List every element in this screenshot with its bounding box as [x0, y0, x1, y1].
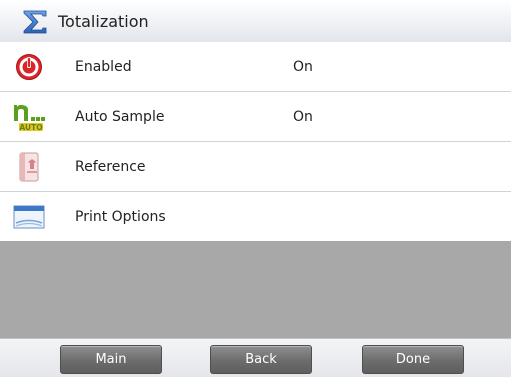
print-window-icon — [13, 201, 45, 233]
enabled-value: On — [293, 58, 313, 75]
list-item-enabled[interactable]: Enabled On — [0, 42, 511, 92]
reference-book-icon — [13, 151, 45, 183]
list-item-reference[interactable]: Reference — [0, 142, 511, 192]
print-options-label: Print Options — [75, 208, 166, 225]
sigma-icon — [20, 7, 50, 35]
list-item-print-options[interactable]: Print Options — [0, 192, 511, 242]
enabled-label: Enabled — [75, 58, 132, 75]
page-title: Totalization — [58, 11, 149, 31]
reference-label: Reference — [75, 158, 146, 175]
title-bar: Totalization — [0, 0, 511, 43]
list-item-auto-sample[interactable]: AUTO Auto Sample On — [0, 92, 511, 142]
svg-text:AUTO: AUTO — [19, 123, 42, 132]
power-icon — [13, 51, 45, 83]
done-button[interactable]: Done — [362, 345, 464, 374]
back-button[interactable]: Back — [210, 345, 312, 374]
auto-sample-value: On — [293, 108, 313, 125]
auto-sample-icon: AUTO — [13, 101, 45, 133]
settings-list: Enabled On AUTO Auto Sample On Reference… — [0, 42, 511, 242]
button-bar: Main Back Done — [0, 338, 511, 377]
totalization-screen: Totalization Enabled On AUTO Auto Sample… — [0, 0, 511, 377]
empty-list-area — [0, 241, 511, 338]
main-button[interactable]: Main — [60, 345, 162, 374]
auto-sample-label: Auto Sample — [75, 108, 165, 125]
